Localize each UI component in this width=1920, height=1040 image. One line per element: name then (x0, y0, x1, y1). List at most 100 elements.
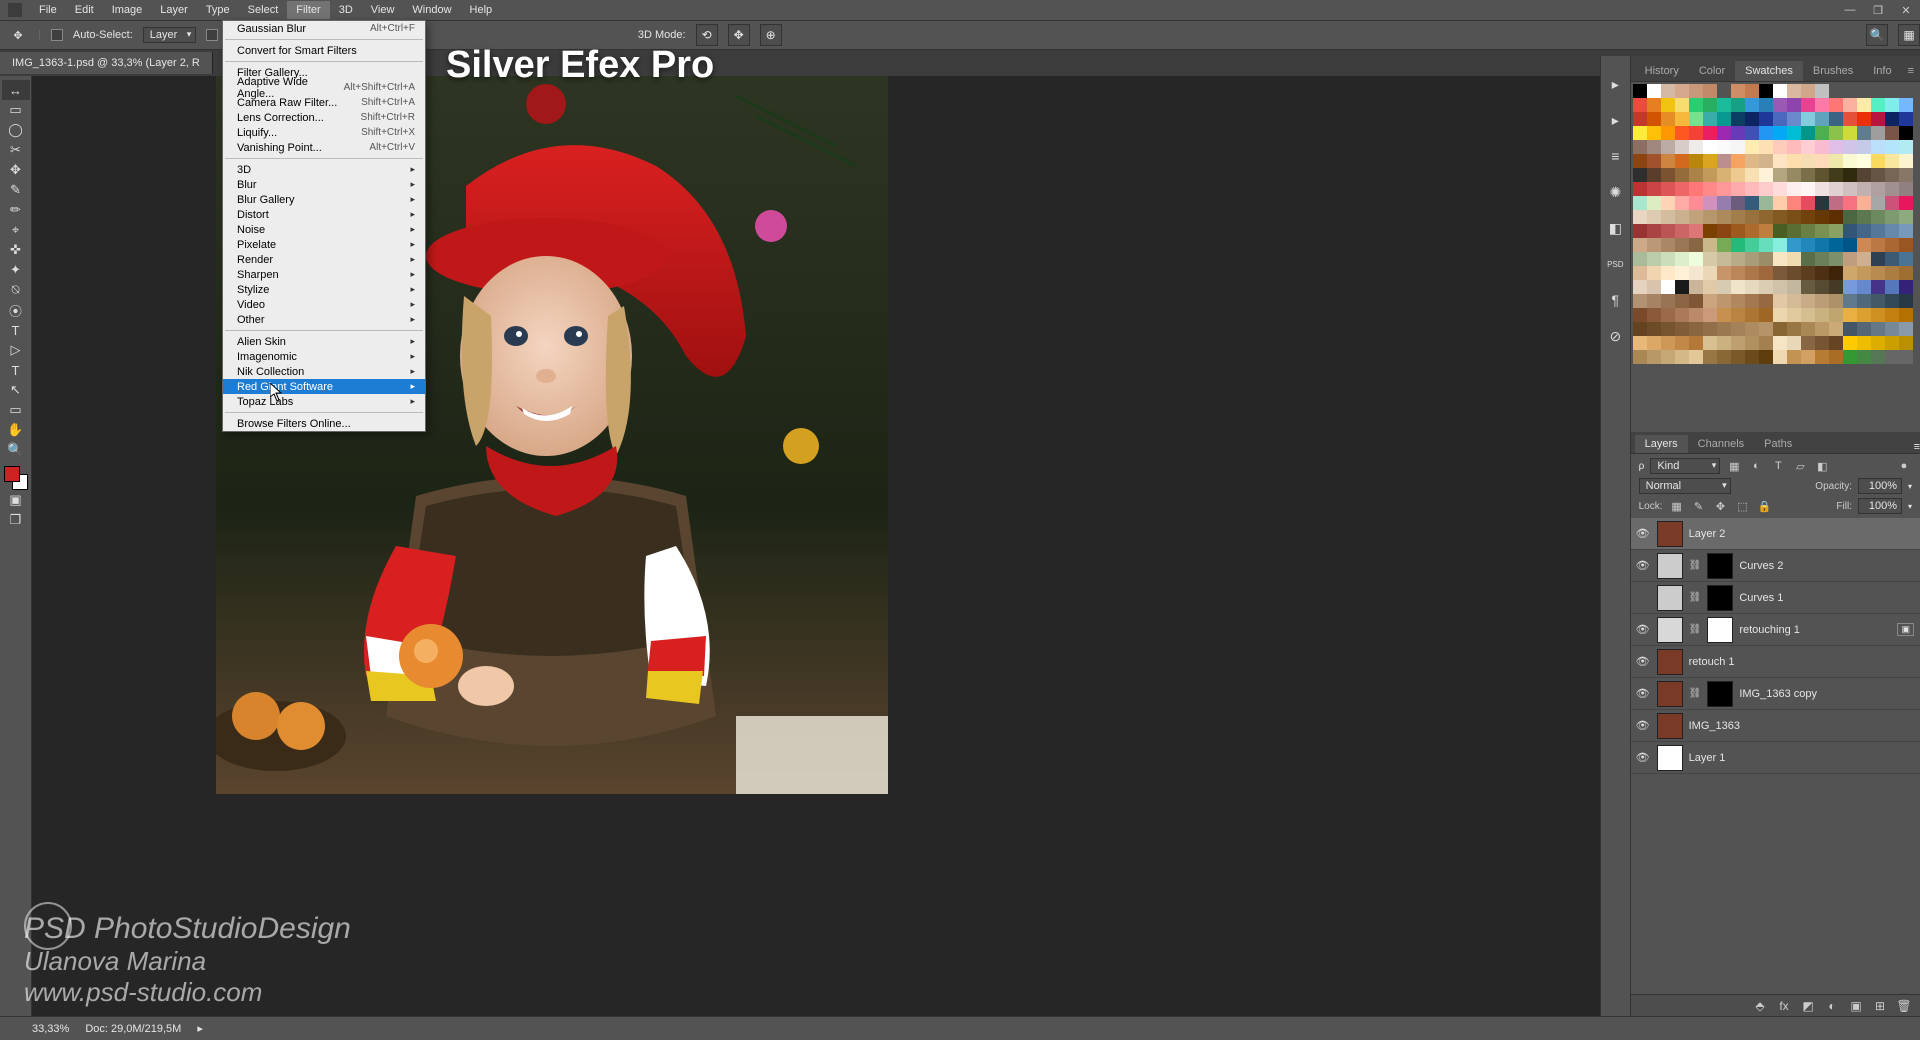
filter-plugin[interactable]: Nik Collection▸ (223, 364, 425, 379)
swatch-cell[interactable] (1787, 350, 1801, 364)
swatch-cell[interactable] (1689, 98, 1703, 112)
filter-item[interactable]: Adaptive Wide Angle...Alt+Shift+Ctrl+A (223, 80, 425, 95)
swatch-cell[interactable] (1647, 84, 1661, 98)
orbit-icon[interactable]: ⟲ (696, 24, 718, 46)
swatch-cell[interactable] (1759, 308, 1773, 322)
zoom-icon[interactable]: ⊕ (760, 24, 782, 46)
swatch-cell[interactable] (1829, 252, 1843, 266)
swatches-panel[interactable] (1631, 82, 1920, 432)
filter-shape-icon[interactable]: ▱ (1792, 458, 1808, 474)
swatch-cell[interactable] (1857, 350, 1871, 364)
filter-smart[interactable]: Convert for Smart Filters (223, 43, 425, 58)
swatch-cell[interactable] (1745, 140, 1759, 154)
menu-help[interactable]: Help (461, 1, 502, 19)
swatch-cell[interactable] (1675, 98, 1689, 112)
tab-swatches[interactable]: Swatches (1735, 61, 1803, 81)
swatch-cell[interactable] (1675, 182, 1689, 196)
swatch-cell[interactable] (1829, 182, 1843, 196)
swatch-cell[interactable] (1633, 280, 1647, 294)
swatch-cell[interactable] (1815, 112, 1829, 126)
layer-row[interactable]: 👁⛓Curves 2 (1631, 550, 1920, 582)
swatch-cell[interactable] (1815, 196, 1829, 210)
lock-pixel-icon[interactable]: ✎ (1691, 498, 1707, 514)
swatch-cell[interactable] (1885, 266, 1899, 280)
swatch-cell[interactable] (1857, 322, 1871, 336)
swatch-cell[interactable] (1787, 322, 1801, 336)
swatch-cell[interactable] (1661, 280, 1675, 294)
swatch-cell[interactable] (1885, 308, 1899, 322)
tool-text[interactable]: T (2, 360, 30, 380)
actions-icon[interactable]: ▸ (1605, 110, 1625, 130)
swatch-cell[interactable] (1661, 182, 1675, 196)
layer-thumb[interactable] (1657, 585, 1683, 611)
filter-browse[interactable]: Browse Filters Online... (223, 416, 425, 431)
swatch-cell[interactable] (1661, 294, 1675, 308)
swatch-cell[interactable] (1899, 154, 1913, 168)
swatch-cell[interactable] (1899, 308, 1913, 322)
swatch-cell[interactable] (1703, 154, 1717, 168)
swatch-cell[interactable] (1843, 308, 1857, 322)
swatch-cell[interactable] (1759, 182, 1773, 196)
swatch-cell[interactable] (1787, 196, 1801, 210)
menu-layer[interactable]: Layer (151, 1, 197, 19)
swatch-cell[interactable] (1731, 154, 1745, 168)
swatch-cell[interactable] (1829, 266, 1843, 280)
swatch-cell[interactable] (1633, 196, 1647, 210)
swatch-cell[interactable] (1675, 84, 1689, 98)
swatch-cell[interactable] (1801, 182, 1815, 196)
color-swatch[interactable] (4, 466, 28, 490)
swatch-cell[interactable] (1759, 196, 1773, 210)
swatch-cell[interactable] (1829, 350, 1843, 364)
tab-channels[interactable]: Channels (1688, 435, 1754, 453)
swatch-cell[interactable] (1871, 350, 1885, 364)
tool-quickselect[interactable]: ✂ (2, 140, 30, 160)
swatch-cell[interactable] (1717, 182, 1731, 196)
swatch-cell[interactable] (1675, 294, 1689, 308)
swatch-cell[interactable] (1829, 112, 1843, 126)
swatch-cell[interactable] (1647, 154, 1661, 168)
swatch-cell[interactable] (1899, 98, 1913, 112)
swatch-cell[interactable] (1815, 224, 1829, 238)
swatch-cell[interactable] (1885, 112, 1899, 126)
swatch-cell[interactable] (1885, 126, 1899, 140)
swatch-cell[interactable] (1647, 196, 1661, 210)
tool-move[interactable]: ↔ (2, 80, 30, 100)
lock-nest-icon[interactable]: ⬚ (1735, 498, 1751, 514)
swatch-cell[interactable] (1745, 182, 1759, 196)
swatch-cell[interactable] (1773, 308, 1787, 322)
swatch-cell[interactable] (1717, 322, 1731, 336)
swatch-cell[interactable] (1661, 112, 1675, 126)
tool-lasso[interactable]: ◯ (2, 120, 30, 140)
swatch-cell[interactable] (1801, 84, 1815, 98)
swatch-cell[interactable] (1787, 210, 1801, 224)
filter-pixel-icon[interactable]: ▦ (1726, 458, 1742, 474)
swatch-cell[interactable] (1717, 140, 1731, 154)
swatch-cell[interactable] (1647, 266, 1661, 280)
swatch-cell[interactable] (1787, 84, 1801, 98)
swatch-cell[interactable] (1899, 266, 1913, 280)
swatch-cell[interactable] (1885, 224, 1899, 238)
filter-submenu[interactable]: Other▸ (223, 312, 425, 327)
swatch-cell[interactable] (1745, 266, 1759, 280)
swatch-cell[interactable] (1801, 112, 1815, 126)
swatch-cell[interactable] (1717, 98, 1731, 112)
swatch-cell[interactable] (1745, 98, 1759, 112)
swatch-cell[interactable] (1843, 322, 1857, 336)
swatch-cell[interactable] (1787, 126, 1801, 140)
layers-panel-menu-icon[interactable]: ≡ (1914, 441, 1920, 453)
swatch-cell[interactable] (1899, 336, 1913, 350)
filter-item[interactable]: Vanishing Point...Alt+Ctrl+V (223, 140, 425, 155)
swatch-cell[interactable] (1801, 126, 1815, 140)
swatch-cell[interactable] (1871, 210, 1885, 224)
swatch-cell[interactable] (1731, 308, 1745, 322)
swatch-cell[interactable] (1703, 98, 1717, 112)
swatch-cell[interactable] (1661, 84, 1675, 98)
swatch-cell[interactable] (1647, 294, 1661, 308)
swatch-cell[interactable] (1689, 280, 1703, 294)
swatch-cell[interactable] (1675, 168, 1689, 182)
swatch-cell[interactable] (1731, 322, 1745, 336)
swatch-cell[interactable] (1787, 252, 1801, 266)
swatch-cell[interactable] (1899, 280, 1913, 294)
swatch-cell[interactable] (1829, 126, 1843, 140)
swatch-cell[interactable] (1885, 182, 1899, 196)
